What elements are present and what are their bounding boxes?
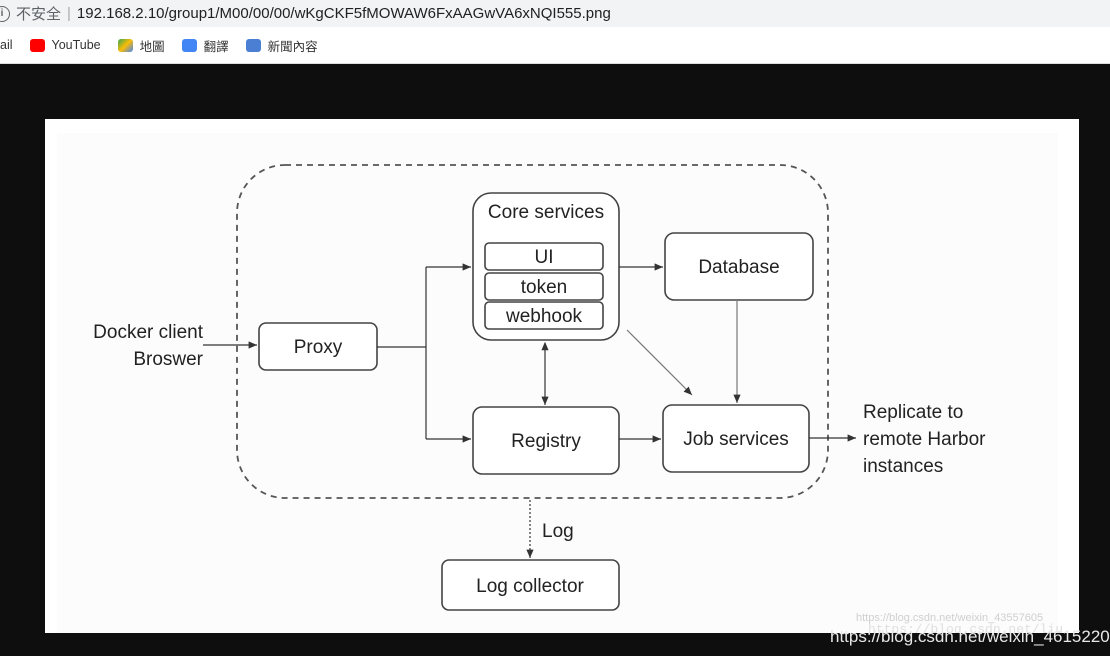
harbor-architecture-diagram: Core services UI token webhook Database … (57, 133, 1058, 633)
watermark-outer: https://blog.csdn.net/weixin_46152207 (830, 627, 1110, 646)
client-label-1: Docker client (93, 322, 204, 343)
replicate-label-1: Replicate to (863, 402, 963, 423)
job-services-label: Job services (683, 429, 789, 450)
replicate-label-2: remote Harbor (863, 429, 986, 450)
registry-label: Registry (511, 431, 581, 452)
replicate-label-3: instances (863, 456, 943, 477)
database-label: Database (698, 257, 779, 278)
webhook-label: webhook (505, 306, 583, 327)
ui-label: UI (535, 247, 554, 268)
core-services-title: Core services (488, 202, 604, 223)
client-label-2: Broswer (133, 349, 203, 370)
log-collector-label: Log collector (476, 576, 584, 597)
token-label: token (521, 277, 567, 298)
log-label: Log (542, 521, 574, 542)
proxy-label: Proxy (294, 337, 343, 358)
